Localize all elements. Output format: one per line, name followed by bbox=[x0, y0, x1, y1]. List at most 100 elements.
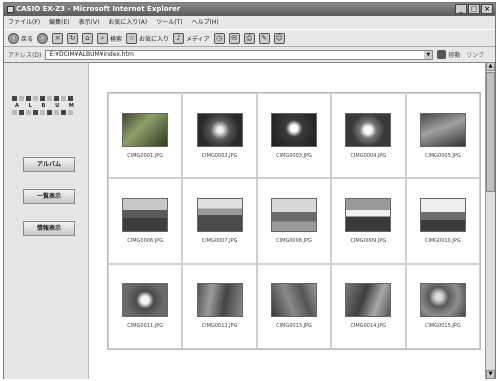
search-icon: ⌕ bbox=[97, 32, 109, 44]
photo-filename[interactable]: CIMG0010.JPG bbox=[425, 238, 461, 244]
album-logo: A L B U M bbox=[12, 96, 80, 118]
history-icon[interactable]: ◷ bbox=[213, 32, 225, 44]
window-controls: _ □ × bbox=[455, 4, 493, 14]
photo-filename[interactable]: CIMG0012.JPG bbox=[202, 323, 238, 329]
menu-view[interactable]: 表示(V) bbox=[79, 17, 100, 29]
photo-filename[interactable]: CIMG0003.JPG bbox=[276, 153, 312, 159]
menu-edit[interactable]: 編集(E) bbox=[49, 17, 69, 29]
messenger-icon[interactable]: ☺ bbox=[273, 32, 285, 44]
photo-cell[interactable]: CIMG0001.JPG bbox=[108, 93, 183, 179]
address-dropdown-icon[interactable]: ▼ bbox=[424, 50, 433, 59]
photo-thumbnail[interactable] bbox=[196, 197, 243, 232]
stop-icon[interactable]: × bbox=[52, 32, 64, 44]
photo-thumbnail[interactable] bbox=[345, 197, 392, 232]
search-button[interactable]: ⌕ 検索 bbox=[97, 32, 123, 44]
photo-cell[interactable]: CIMG0002.JPG bbox=[182, 93, 257, 179]
photo-filename[interactable]: CIMG0008.JPG bbox=[276, 238, 312, 244]
photo-thumbnail[interactable] bbox=[419, 197, 466, 232]
photo-filename[interactable]: CIMG0004.JPG bbox=[350, 153, 386, 159]
photo-filename[interactable]: CIMG0005.JPG bbox=[425, 153, 461, 159]
favorites-label: お気に入り bbox=[139, 35, 170, 43]
photo-cell[interactable]: CIMG0007.JPG bbox=[182, 178, 257, 264]
photo-cell[interactable]: CIMG0012.JPG bbox=[182, 263, 257, 349]
list-view-button[interactable]: 一覧表示 bbox=[23, 189, 75, 204]
photo-grid: CIMG0001.JPG CIMG0002.JPG CIMG0003.JPG CIMG… bbox=[107, 92, 481, 350]
photo-filename[interactable]: CIMG0002.JPG bbox=[202, 153, 238, 159]
forward-arrow-icon: › bbox=[37, 32, 49, 44]
album-button[interactable]: アルバム bbox=[23, 157, 75, 172]
photo-filename[interactable]: CIMG0014.JPG bbox=[350, 323, 386, 329]
ie-icon bbox=[7, 6, 14, 13]
photo-filename[interactable]: CIMG0001.JPG bbox=[127, 153, 163, 159]
photo-thumbnail[interactable] bbox=[419, 112, 466, 147]
photo-cell[interactable]: CIMG0011.JPG bbox=[108, 263, 183, 349]
photo-thumbnail[interactable] bbox=[196, 112, 243, 147]
photo-thumbnail[interactable] bbox=[345, 112, 392, 147]
menu-file[interactable]: ファイル(F) bbox=[8, 17, 40, 29]
scroll-down-icon[interactable]: ▼ bbox=[486, 370, 495, 379]
photo-cell[interactable]: CIMG0010.JPG bbox=[405, 178, 480, 264]
address-bar: アドレス(D) E:¥DCIM¥ALBUM¥index.htm ▼ 移動 リンク bbox=[4, 48, 495, 61]
photo-cell[interactable]: CIMG0004.JPG bbox=[331, 93, 406, 179]
photo-cell[interactable]: CIMG0008.JPG bbox=[256, 178, 332, 264]
photo-thumbnail[interactable] bbox=[345, 283, 392, 318]
back-label: 戻る bbox=[21, 35, 34, 43]
go-arrow-icon bbox=[437, 50, 447, 59]
menu-tools[interactable]: ツール(T) bbox=[156, 17, 182, 29]
photo-filename[interactable]: CIMG0007.JPG bbox=[202, 238, 238, 244]
media-label: メディア bbox=[186, 35, 210, 43]
photo-cell[interactable]: CIMG0003.JPG bbox=[256, 93, 332, 179]
photo-filename[interactable]: CIMG0006.JPG bbox=[127, 238, 163, 244]
maximize-button[interactable]: □ bbox=[468, 4, 480, 14]
address-label: アドレス(D) bbox=[8, 52, 42, 59]
photo-cell[interactable]: CIMG0014.JPG bbox=[331, 263, 406, 349]
go-button[interactable]: 移動 bbox=[437, 50, 460, 59]
photo-cell[interactable]: CIMG0005.JPG bbox=[405, 93, 480, 179]
address-input[interactable]: E:¥DCIM¥ALBUM¥index.htm ▼ bbox=[45, 49, 434, 60]
links-label[interactable]: リンク bbox=[466, 50, 484, 59]
logo-checker-bottom bbox=[12, 110, 80, 116]
photo-thumbnail[interactable] bbox=[419, 283, 466, 318]
mail-icon[interactable]: ✉ bbox=[228, 32, 240, 44]
photo-filename[interactable]: CIMG0013.JPG bbox=[276, 323, 312, 329]
favorites-button[interactable]: ☆ お気に入り bbox=[126, 32, 170, 44]
scroll-up-icon[interactable]: ▲ bbox=[486, 62, 495, 71]
edit-icon[interactable]: ✎ bbox=[258, 32, 270, 44]
scroll-thumb[interactable] bbox=[486, 72, 495, 192]
menu-bar: ファイル(F) 編集(E) 表示(V) お気に入り(A) ツール(T) ヘルプ(… bbox=[4, 17, 495, 29]
photo-thumbnail[interactable] bbox=[122, 283, 169, 318]
logo-text: A L B U M bbox=[15, 103, 78, 109]
photo-filename[interactable]: CIMG0009.JPG bbox=[350, 238, 386, 244]
photo-cell[interactable]: CIMG0015.JPG bbox=[405, 263, 480, 349]
photo-cell[interactable]: CIMG0013.JPG bbox=[256, 263, 332, 349]
minimize-button[interactable]: _ bbox=[455, 4, 467, 14]
photo-thumbnail[interactable] bbox=[270, 283, 317, 318]
menu-help[interactable]: ヘルプ(H) bbox=[192, 17, 219, 29]
back-button[interactable]: ‹ 戻る bbox=[8, 32, 34, 44]
address-value: E:¥DCIM¥ALBUM¥index.htm bbox=[49, 50, 134, 58]
photo-thumbnail[interactable] bbox=[122, 197, 169, 232]
photo-cell[interactable]: CIMG0009.JPG bbox=[331, 178, 406, 264]
photo-filename[interactable]: CIMG0011.JPG bbox=[127, 323, 163, 329]
vertical-scrollbar[interactable]: ▲ ▼ bbox=[485, 62, 495, 379]
star-icon: ☆ bbox=[126, 32, 138, 44]
menu-favorites[interactable]: お気に入り(A) bbox=[108, 17, 147, 29]
photo-thumbnail[interactable] bbox=[270, 197, 317, 232]
photo-thumbnail[interactable] bbox=[270, 112, 317, 147]
title-bar: CASIO EX-Z3 - Microsoft Internet Explore… bbox=[4, 3, 495, 16]
home-icon[interactable]: ⌂ bbox=[82, 32, 94, 44]
refresh-icon[interactable]: ↻ bbox=[67, 32, 79, 44]
forward-button[interactable]: › bbox=[37, 32, 49, 44]
close-button[interactable]: × bbox=[481, 4, 493, 14]
print-icon[interactable]: ⎙ bbox=[243, 32, 255, 44]
photo-filename[interactable]: CIMG0015.JPG bbox=[425, 323, 461, 329]
photo-thumbnail[interactable] bbox=[196, 283, 243, 318]
info-view-button[interactable]: 情報表示 bbox=[23, 221, 75, 236]
photo-cell[interactable]: CIMG0006.JPG bbox=[108, 178, 183, 264]
photo-thumbnail[interactable] bbox=[122, 112, 169, 147]
search-label: 検索 bbox=[110, 35, 123, 43]
media-icon: ♪ bbox=[173, 32, 185, 44]
media-button[interactable]: ♪ メディア bbox=[173, 32, 210, 44]
go-label: 移動 bbox=[448, 52, 461, 59]
back-arrow-icon: ‹ bbox=[8, 32, 19, 44]
